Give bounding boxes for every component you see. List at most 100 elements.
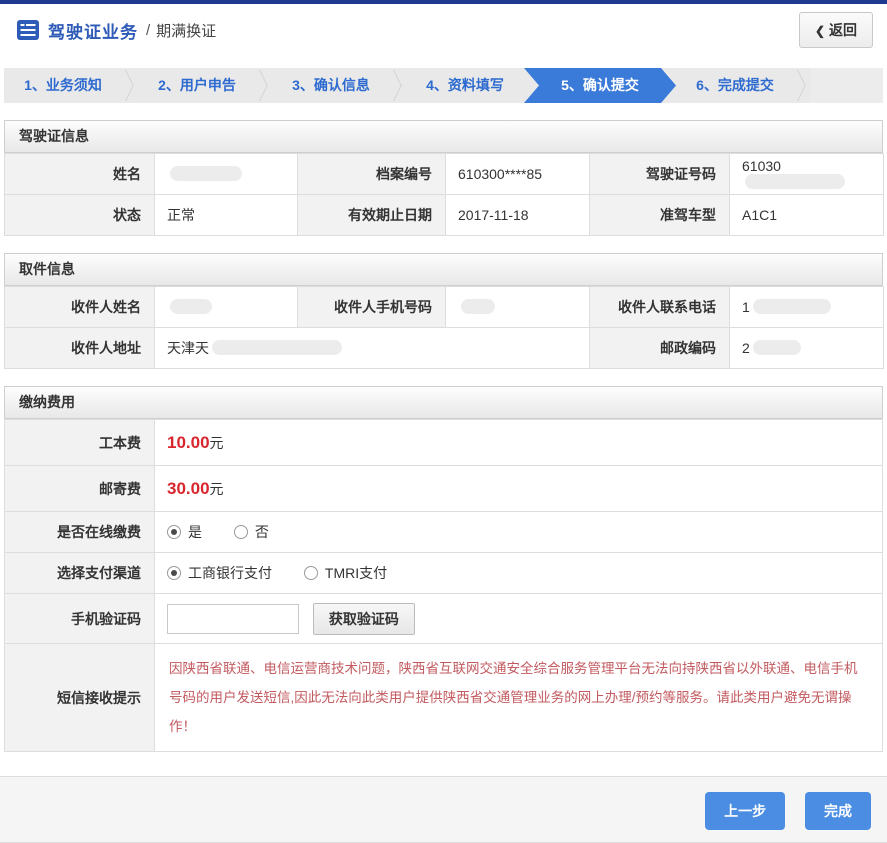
breadcrumb: 驾驶证业务 / 期满换证 <box>16 18 216 43</box>
get-code-button[interactable]: 获取验证码 <box>312 602 415 635</box>
table-row: 手机验证码 获取验证码 <box>4 593 883 644</box>
radio-checked-icon[interactable] <box>167 566 181 580</box>
postcode-label: 邮政编码 <box>589 327 730 369</box>
table-row: 选择支付渠道 工商银行支付 TMRI支付 <box>4 552 883 594</box>
recipient-address-prefix: 天津天 <box>167 340 209 356</box>
recipient-name-value <box>154 286 298 328</box>
step-tab-3[interactable]: 3、确认信息 <box>272 68 390 103</box>
online-pay-yes-label: 是 <box>188 524 202 540</box>
step-separator-icon <box>256 68 272 103</box>
redacted-value <box>461 299 495 314</box>
step-tab-2[interactable]: 2、用户申告 <box>138 68 256 103</box>
sms-code-label: 手机验证码 <box>4 593 155 644</box>
redacted-value <box>745 174 845 189</box>
page-subtitle: 期满换证 <box>156 22 217 40</box>
step-tab-6[interactable]: 6、完成提交 <box>676 68 794 103</box>
table-row: 姓名 档案编号 610300****85 驾驶证号码 61030 <box>4 153 884 195</box>
page-title: 驾驶证业务 <box>48 22 138 42</box>
recipient-address-value: 天津天 <box>154 327 590 369</box>
expiry-value: 2017-11-18 <box>445 194 590 236</box>
page-header: 驾驶证业务 / 期满换证 ❮ 返回 <box>0 4 887 56</box>
fee-unit: 元 <box>209 480 224 497</box>
recipient-address-label: 收件人地址 <box>4 327 155 369</box>
radio-unchecked-icon[interactable] <box>303 566 318 580</box>
redacted-value <box>170 299 212 314</box>
name-label: 姓名 <box>4 153 155 195</box>
license-no-label: 驾驶证号码 <box>589 153 730 195</box>
postage-fee-amount: 30.00 <box>167 478 210 498</box>
finish-button[interactable]: 完成 <box>805 792 871 830</box>
license-section-header: 驾驶证信息 <box>4 120 883 153</box>
online-pay-label: 是否在线缴费 <box>4 511 155 553</box>
back-button-label: 返回 <box>829 22 857 38</box>
sms-notice-text: 因陕西省联通、电信运营商技术问题，陕西省互联网交通安全综合服务管理平台无法向持陕… <box>169 661 858 734</box>
recipient-name-label: 收件人姓名 <box>4 286 155 328</box>
previous-step-button[interactable]: 上一步 <box>705 792 786 830</box>
online-pay-no-option[interactable]: 否 <box>233 522 269 542</box>
pickup-info-table: 收件人姓名 收件人手机号码 收件人联系电话 1 收件人地址 天津天 邮政编码 2 <box>4 286 884 369</box>
recipient-phone-label: 收件人联系电话 <box>589 286 730 328</box>
channel-icbc-label: 工商银行支付 <box>188 565 272 581</box>
pay-channel-options: 工商银行支付 TMRI支付 <box>154 552 883 594</box>
redacted-value <box>170 166 242 181</box>
postage-fee-label: 邮寄费 <box>4 465 155 512</box>
table-row: 短信接收提示 因陕西省联通、电信运营商技术问题，陕西省互联网交通安全综合服务管理… <box>4 643 883 752</box>
table-row: 状态 正常 有效期止日期 2017-11-18 准驾车型 A1C1 <box>4 194 884 236</box>
recipient-phone-value: 1 <box>729 286 884 328</box>
vehicle-label: 准驾车型 <box>589 194 730 236</box>
redacted-value <box>752 340 801 355</box>
step-tab-4[interactable]: 4、资料填写 <box>406 68 524 103</box>
sms-notice-cell: 因陕西省联通、电信运营商技术问题，陕西省互联网交通安全综合服务管理平台无法向持陕… <box>154 643 883 752</box>
sms-code-input[interactable] <box>167 603 299 634</box>
file-no-value: 610300****85 <box>445 153 590 195</box>
step-separator-icon <box>390 68 406 103</box>
license-no-prefix: 61030 <box>742 158 781 174</box>
step-tab-5-active[interactable]: 5、确认提交 <box>524 68 676 103</box>
redacted-value <box>212 340 342 355</box>
table-row: 邮寄费 30.00元 <box>4 465 883 512</box>
back-chevron-icon: ❮ <box>814 24 825 38</box>
footer-action-bar: 上一步 完成 <box>0 776 887 843</box>
step-tab-1[interactable]: 1、业务须知 <box>4 68 122 103</box>
file-no-label: 档案编号 <box>297 153 446 195</box>
production-fee-value: 10.00元 <box>154 419 883 466</box>
main-content: 驾驶证信息 姓名 档案编号 610300****85 驾驶证号码 61030 状… <box>0 120 887 752</box>
step-wizard: 1、业务须知 2、用户申告 3、确认信息 4、资料填写 5、确认提交 6、完成提… <box>4 68 883 103</box>
channel-tmri-option[interactable]: TMRI支付 <box>303 563 388 583</box>
table-row: 收件人姓名 收件人手机号码 收件人联系电话 1 <box>4 286 884 328</box>
breadcrumb-separator: / <box>146 21 151 39</box>
recipient-mobile-label: 收件人手机号码 <box>297 286 446 328</box>
postcode-value: 2 <box>729 327 884 369</box>
table-row: 工本费 10.00元 <box>4 419 883 466</box>
postage-fee-value: 30.00元 <box>154 465 883 512</box>
expiry-label: 有效期止日期 <box>297 194 446 236</box>
sms-code-cell: 获取验证码 <box>154 593 883 644</box>
online-pay-options: 是 否 <box>154 511 883 553</box>
license-info-table: 姓名 档案编号 610300****85 驾驶证号码 61030 状态 正常 有… <box>4 153 884 236</box>
fee-unit: 元 <box>209 434 224 451</box>
vehicle-value: A1C1 <box>729 194 884 236</box>
redacted-value <box>752 299 831 314</box>
radio-unchecked-icon[interactable] <box>233 525 248 539</box>
license-business-icon <box>16 19 40 41</box>
step-separator-icon <box>122 68 138 103</box>
license-no-value: 61030 <box>729 153 884 195</box>
step-separator-icon <box>794 68 810 103</box>
status-value: 正常 <box>154 194 298 236</box>
table-row: 是否在线缴费 是 否 <box>4 511 883 553</box>
pickup-info-section: 取件信息 收件人姓名 收件人手机号码 收件人联系电话 1 收件人地址 天津天 邮… <box>4 253 884 369</box>
fees-section: 缴纳费用 工本费 10.00元 邮寄费 30.00元 是否在线缴费 是 否 选择… <box>4 386 883 752</box>
pickup-section-header: 取件信息 <box>4 253 883 286</box>
fees-table: 工本费 10.00元 邮寄费 30.00元 是否在线缴费 是 否 选择支付渠道 … <box>4 419 883 752</box>
sms-notice-label: 短信接收提示 <box>4 643 155 752</box>
pay-channel-label: 选择支付渠道 <box>4 552 155 594</box>
name-value <box>154 153 298 195</box>
channel-icbc-option[interactable]: 工商银行支付 <box>167 563 272 583</box>
back-button[interactable]: ❮ 返回 <box>798 12 873 48</box>
step-bar-filler <box>810 68 883 103</box>
online-pay-no-label: 否 <box>254 524 269 540</box>
channel-tmri-label: TMRI支付 <box>324 565 388 581</box>
production-fee-amount: 10.00 <box>167 432 210 452</box>
radio-checked-icon[interactable] <box>167 525 181 539</box>
online-pay-yes-option[interactable]: 是 <box>167 522 202 542</box>
